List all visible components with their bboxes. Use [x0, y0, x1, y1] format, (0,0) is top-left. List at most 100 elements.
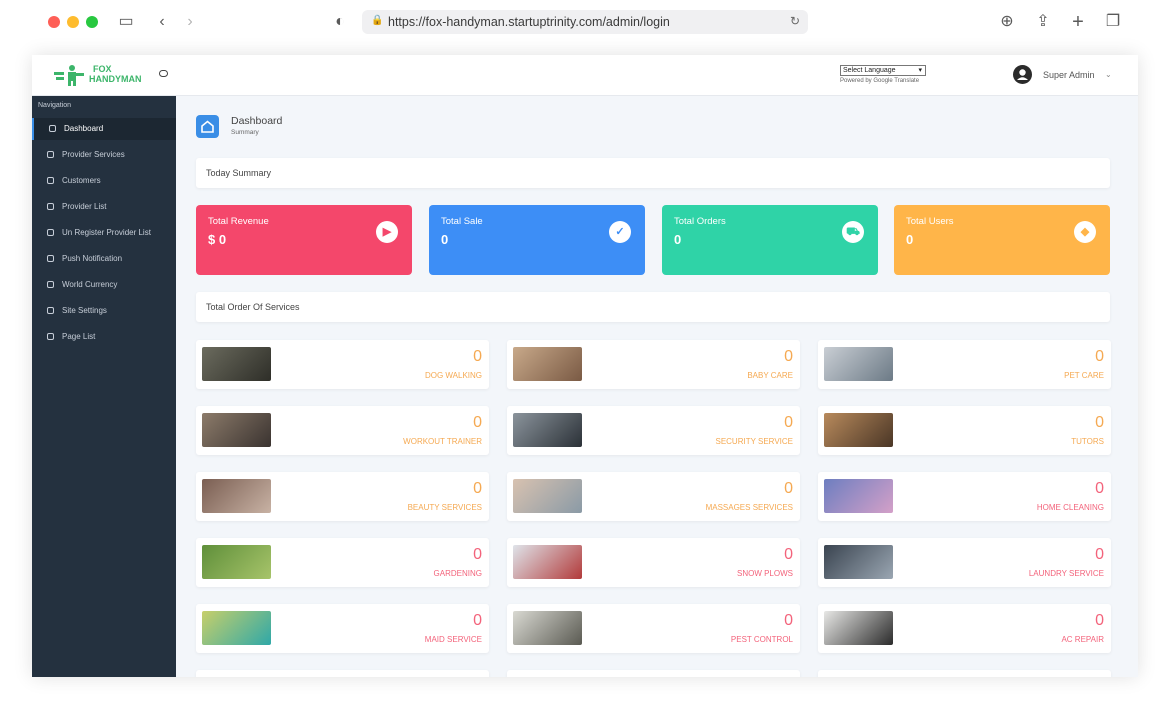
service-card[interactable]	[196, 670, 489, 677]
user-icon	[1017, 69, 1028, 80]
service-order-count: 0	[1095, 612, 1104, 629]
chevron-down-icon: ⌄	[1105, 70, 1112, 79]
sidebar-item-un-register-provider-list[interactable]: Un Register Provider List	[32, 222, 176, 244]
sidebar-item-site-settings[interactable]: Site Settings	[32, 300, 176, 322]
fox-handyman-logo[interactable]: FOX HANDYMAN	[54, 64, 144, 88]
sidebar-item-label: Provider Services	[62, 150, 125, 159]
service-order-count: 0	[1095, 414, 1104, 431]
service-order-count: 0	[1095, 546, 1104, 563]
service-card[interactable]: 0 SECURITY SERVICE	[507, 406, 800, 455]
service-thumbnail	[202, 413, 271, 447]
service-card[interactable]: 0 BABY CARE	[507, 340, 800, 389]
sidebar-item-label: Page List	[62, 332, 96, 341]
dashboard-home-icon	[196, 115, 219, 138]
panel-title: Today Summary	[206, 168, 272, 178]
service-thumbnail	[824, 479, 893, 513]
download-icon[interactable]: ⊕	[997, 12, 1017, 32]
service-card[interactable]: 0 TUTORS	[818, 406, 1111, 455]
service-thumbnail	[513, 611, 582, 645]
tags-icon: ◆	[1074, 221, 1096, 243]
stat-card-total-revenue: Total Revenue $ 0 ▶	[196, 205, 412, 275]
sidebar-toggle-icon[interactable]: ▭	[116, 12, 136, 32]
url-text: https://fox-handyman.startuptrinity.com/…	[388, 15, 670, 29]
service-card[interactable]: 0 MASSAGES SERVICES	[507, 472, 800, 521]
logo-line-2: HANDYMAN	[89, 74, 142, 84]
logo-mark-icon	[54, 65, 84, 86]
service-thumbnail	[513, 413, 582, 447]
service-name: BABY CARE	[747, 371, 793, 380]
service-card[interactable]: 0 MAID SERVICE	[196, 604, 489, 653]
cart-icon: ⛟	[842, 221, 864, 243]
sidebar-item-page-list[interactable]: Page List	[32, 326, 176, 348]
share-icon[interactable]: ⇪	[1033, 12, 1053, 32]
sidebar-item-label: Push Notification	[62, 254, 123, 263]
maximize-window-button[interactable]	[86, 16, 98, 28]
service-card[interactable]: 0 GARDENING	[196, 538, 489, 587]
reload-icon[interactable]: ↻	[790, 14, 800, 28]
sidebar-item-customers[interactable]: Customers	[32, 170, 176, 192]
app-header: FOX HANDYMAN Select Language ▾ Powered b…	[32, 55, 1138, 96]
service-order-count: 0	[473, 546, 482, 563]
minimize-window-button[interactable]	[67, 16, 79, 28]
tab-overview-icon[interactable]: ❐	[1103, 12, 1123, 32]
service-thumbnail	[513, 347, 582, 381]
service-order-count: 0	[784, 546, 793, 563]
stat-value: 0	[441, 232, 449, 247]
home-icon	[47, 203, 54, 210]
sidebar-item-label: Customers	[62, 176, 101, 185]
service-order-count: 0	[473, 612, 482, 629]
stat-card-total-users: Total Users 0 ◆	[894, 205, 1110, 275]
service-name: DOG WALKING	[424, 371, 482, 380]
logo-line-1: FOX	[93, 64, 112, 74]
service-name: MASSAGES SERVICES	[705, 503, 793, 512]
today-summary-panel: Today Summary	[196, 158, 1110, 188]
service-order-count: 0	[784, 348, 793, 365]
service-card[interactable]: 0 DOG WALKING	[196, 340, 489, 389]
service-name: SECURITY SERVICE	[715, 437, 793, 446]
privacy-shield-icon[interactable]: ◐	[330, 12, 350, 32]
sidebar-item-provider-list[interactable]: Provider List	[32, 196, 176, 218]
sidebar-item-label: Provider List	[62, 202, 107, 211]
toggle-icon[interactable]	[159, 70, 168, 77]
forward-icon[interactable]: ›	[180, 12, 200, 32]
lock-icon: 🔒	[371, 15, 384, 26]
service-card[interactable]: 0 AC REPAIR	[818, 604, 1111, 653]
sidebar-item-push-notification[interactable]: Push Notification	[32, 248, 176, 270]
google-translate-widget: Select Language ▾ Powered by Google Tran…	[840, 65, 926, 84]
service-order-count: 0	[473, 414, 482, 431]
service-order-count: 0	[784, 414, 793, 431]
back-icon[interactable]: ‹	[152, 12, 172, 32]
total-order-services-panel: Total Order Of Services	[196, 292, 1110, 322]
stat-value: 0	[674, 232, 682, 247]
service-thumbnail	[513, 545, 582, 579]
sidebar-item-world-currency[interactable]: World Currency	[32, 274, 176, 296]
service-card[interactable]: 0 BEAUTY SERVICES	[196, 472, 489, 521]
service-thumbnail	[824, 413, 893, 447]
sidebar-item-label: Un Register Provider List	[62, 228, 151, 237]
youtube-icon: ▶	[376, 221, 398, 243]
service-card[interactable]	[818, 670, 1111, 677]
service-name: PET CARE	[1064, 371, 1104, 380]
service-card[interactable]: 0 WORKOUT TRAINER	[196, 406, 489, 455]
powered-by-text: Powered by Google Translate	[840, 78, 920, 84]
service-card[interactable]: 0 SNOW PLOWS	[507, 538, 800, 587]
new-tab-icon[interactable]: +	[1068, 12, 1088, 32]
service-thumbnail	[202, 545, 271, 579]
address-bar[interactable]: 🔒 https://fox-handyman.startuptrinity.co…	[362, 10, 808, 34]
sidebar-item-dashboard[interactable]: Dashboard	[32, 118, 176, 140]
home-icon	[47, 255, 54, 262]
close-window-button[interactable]	[48, 16, 60, 28]
service-card[interactable]: 0 PET CARE	[818, 340, 1111, 389]
service-name: HOME CLEANING	[1036, 503, 1104, 512]
service-card[interactable]	[507, 670, 800, 677]
service-card[interactable]: 0 HOME CLEANING	[818, 472, 1111, 521]
service-name: PEST CONTROL	[730, 635, 793, 644]
service-name: TUTORS	[1071, 437, 1104, 446]
service-order-count: 0	[473, 348, 482, 365]
sidebar-item-provider-services[interactable]: Provider Services	[32, 144, 176, 166]
service-name: BEAUTY SERVICES	[407, 503, 482, 512]
language-select[interactable]: Select Language ▾	[840, 65, 926, 76]
service-card[interactable]: 0 PEST CONTROL	[507, 604, 800, 653]
service-card[interactable]: 0 LAUNDRY SERVICE	[818, 538, 1111, 587]
service-name: MAID SERVICE	[424, 635, 482, 644]
